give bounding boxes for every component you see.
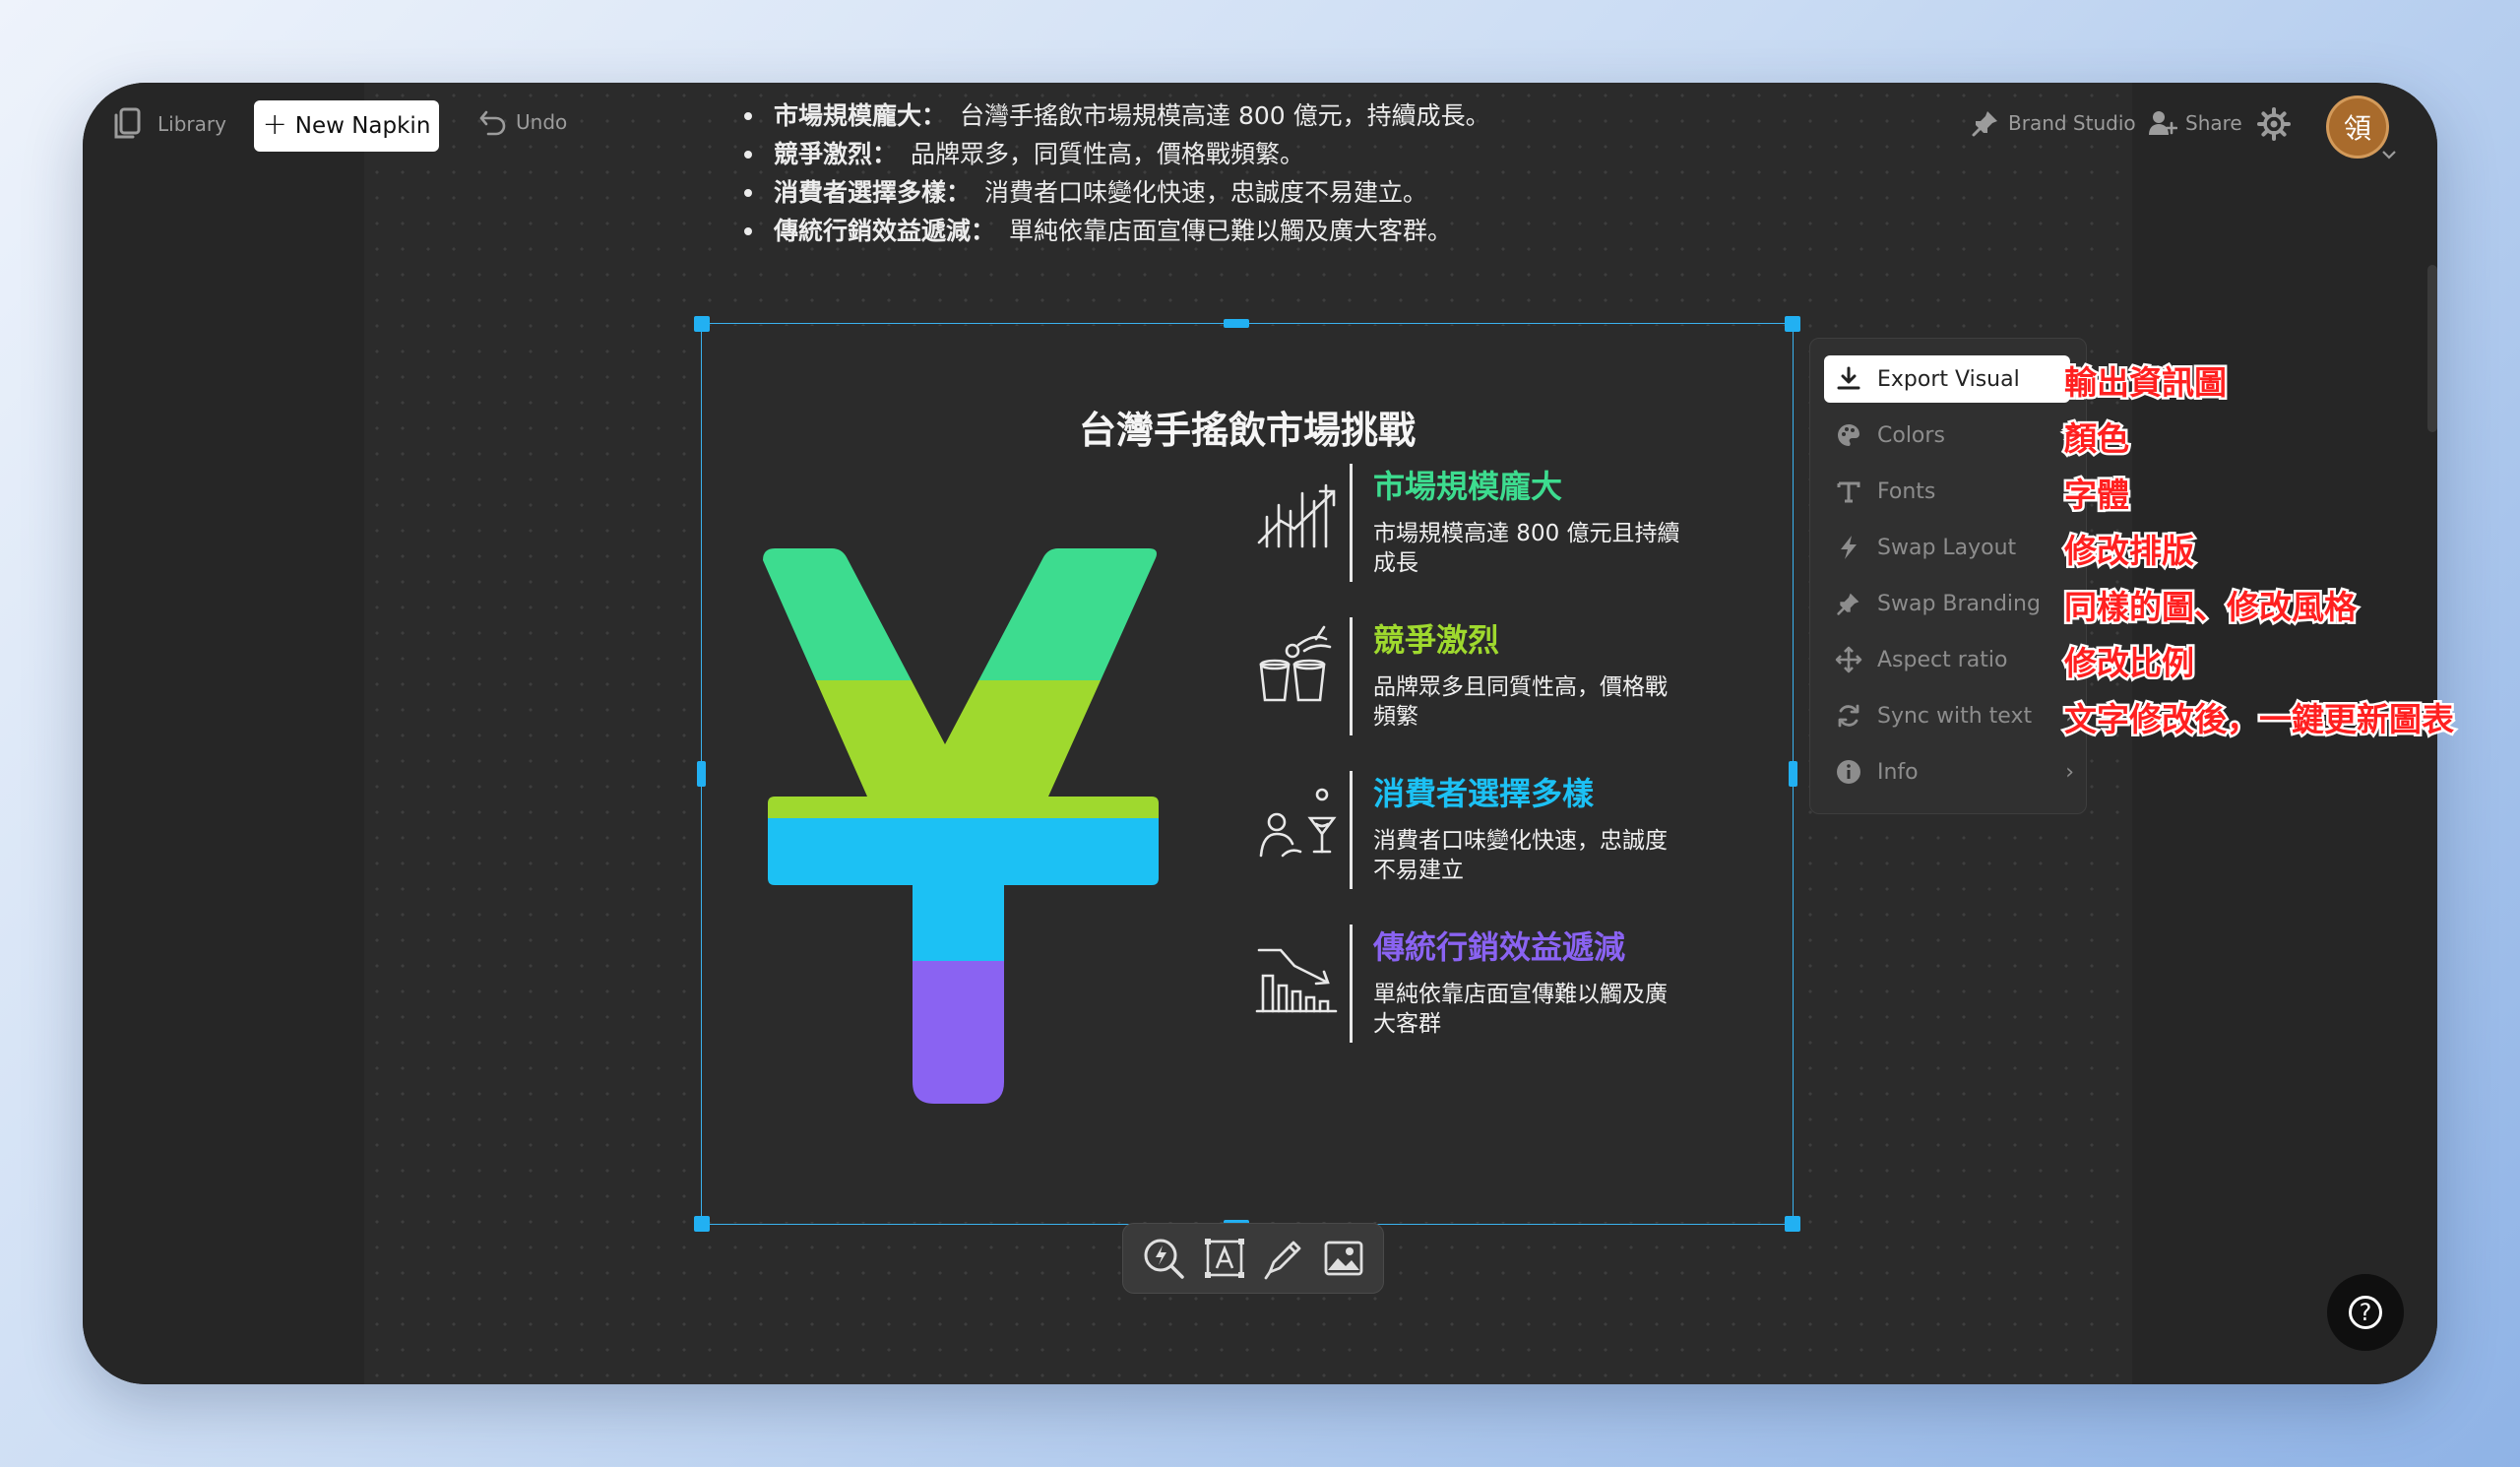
source-line: 市場規模龐大： 台灣手搖飲市場規模高達 800 億元，持續成長。 <box>744 96 1490 135</box>
menu-label: Colors <box>1877 422 1945 448</box>
source-line: 競爭激烈： 品牌眾多，同質性高，價格戰頻繁。 <box>744 135 1490 173</box>
undo-label: Undo <box>516 110 568 134</box>
bullet-dot <box>744 226 752 235</box>
source-key: 競爭激烈： <box>774 140 898 168</box>
bullet-dot <box>744 111 752 120</box>
source-line: 消費者選擇多樣： 消費者口味變化快速，忠誠度不易建立。 <box>744 173 1490 212</box>
share-button[interactable]: Share <box>2148 108 2242 138</box>
add-user-icon <box>2149 111 2177 135</box>
annotation-label: 字體 <box>2062 474 2132 517</box>
info-icon <box>1837 760 1860 784</box>
menu-label: Swap Branding <box>1877 591 2041 616</box>
avatar-initial: 領 <box>2343 112 2371 145</box>
bullet-dot <box>744 188 752 197</box>
resize-handle-bottom-right[interactable] <box>1785 1216 1800 1232</box>
bullet-dot <box>744 150 752 159</box>
menu-item-swap-branding[interactable]: Swap Branding › <box>1824 580 2074 627</box>
menu-item-colors[interactable]: Colors › <box>1824 412 2074 459</box>
menu-item-fonts[interactable]: Fonts › <box>1824 468 2074 515</box>
source-key: 市場規模龐大： <box>774 101 947 130</box>
source-text[interactable]: 市場規模龐大： 台灣手搖飲市場規模高達 800 億元，持續成長。 競爭激烈： 品牌眾… <box>744 96 1490 250</box>
new-napkin-label: New Napkin <box>294 113 431 139</box>
menu-item-swap-layout[interactable]: Swap Layout › <box>1824 524 2074 571</box>
resize-handle-left[interactable] <box>697 761 706 787</box>
avatar[interactable]: 領 <box>2329 98 2386 156</box>
library-button[interactable]: Library <box>110 106 226 142</box>
pin-icon <box>1837 593 1859 615</box>
resize-handle-top[interactable] <box>1224 319 1249 328</box>
resize-handle-top-left[interactable] <box>694 316 710 332</box>
gear-icon <box>2257 107 2291 141</box>
left-panel <box>83 83 364 1384</box>
chevron-down-icon[interactable] <box>2380 148 2398 161</box>
menu-label: Info <box>1877 759 1919 785</box>
scrollbar[interactable] <box>2427 265 2437 432</box>
font-icon <box>1837 481 1860 503</box>
source-value: 消費者口味變化快速，忠誠度不易建立。 <box>984 178 1428 207</box>
source-line: 傳統行銷效益遞減： 單純依靠店面宣傳已難以觸及廣大客群。 <box>744 212 1490 250</box>
source-key: 傳統行銷效益遞減： <box>774 217 996 245</box>
chevron-right-icon: › <box>2065 759 2074 785</box>
settings-button[interactable] <box>2256 106 2292 142</box>
brand-studio-button[interactable]: Brand Studio <box>1971 108 2136 138</box>
bottom-toolbar <box>1122 1223 1384 1294</box>
menu-item-info[interactable]: Info › <box>1824 748 2074 796</box>
annotation-label: 修改比例 <box>2062 642 2197 685</box>
pen-icon[interactable] <box>1262 1237 1305 1280</box>
resize-handle-right[interactable] <box>1789 761 1797 787</box>
help-label: ? <box>2359 1299 2372 1326</box>
spark-search-icon[interactable] <box>1141 1236 1186 1281</box>
palette-icon <box>1838 424 1859 446</box>
image-icon[interactable] <box>1322 1237 1365 1280</box>
share-label: Share <box>2185 111 2242 135</box>
source-value: 單純依靠店面宣傳已難以觸及廣大客群。 <box>1009 217 1453 245</box>
undo-icon <box>479 110 506 136</box>
menu-label: Aspect ratio <box>1877 647 2008 672</box>
source-value: 台灣手搖飲市場規模高達 800 億元，持續成長。 <box>960 101 1490 130</box>
plus-icon: + <box>262 107 287 142</box>
menu-item-sync-with-text[interactable]: Sync with text › <box>1824 692 2074 739</box>
resize-handle-bottom-left[interactable] <box>694 1216 710 1232</box>
download-icon <box>1837 366 1860 390</box>
brand-studio-label: Brand Studio <box>2008 111 2136 135</box>
new-napkin-button[interactable]: + New Napkin <box>254 100 439 152</box>
text-box-icon[interactable] <box>1203 1237 1246 1280</box>
help-icon: ? <box>2349 1296 2382 1329</box>
annotation-label: 修改排版 <box>2062 530 2197 573</box>
visual-context-menu: Export Visual Colors › Fonts › Swap Layo… <box>1809 338 2087 814</box>
library-label: Library <box>158 112 226 136</box>
menu-label: Sync with text <box>1877 703 2033 729</box>
library-icon <box>114 107 141 139</box>
menu-item-aspect-ratio[interactable]: Aspect ratio › <box>1824 636 2074 683</box>
resize-handle-top-right[interactable] <box>1785 316 1800 332</box>
annotation-label: 同樣的圖、修改風格 <box>2062 586 2360 629</box>
undo-button[interactable]: Undo <box>478 108 567 136</box>
bolt-icon <box>1841 536 1857 559</box>
source-key: 消費者選擇多樣： <box>774 178 972 207</box>
menu-label: Fonts <box>1877 478 1936 504</box>
pin-icon <box>1972 111 1997 137</box>
annotation-label: 顏色 <box>2062 417 2132 461</box>
menu-label: Swap Layout <box>1877 535 2017 560</box>
move-icon <box>1835 646 1862 673</box>
menu-item-export-visual[interactable]: Export Visual <box>1824 355 2070 403</box>
menu-label: Export Visual <box>1877 366 2020 392</box>
sync-icon <box>1838 704 1859 728</box>
annotation-label: 文字修改後，一鍵更新圖表 <box>2062 698 2457 741</box>
annotation-label: 輸出資訊圖 <box>2062 361 2230 405</box>
selection-frame <box>701 323 1794 1225</box>
source-value: 品牌眾多，同質性高，價格戰頻繁。 <box>911 140 1305 168</box>
help-button[interactable]: ? <box>2327 1274 2404 1351</box>
